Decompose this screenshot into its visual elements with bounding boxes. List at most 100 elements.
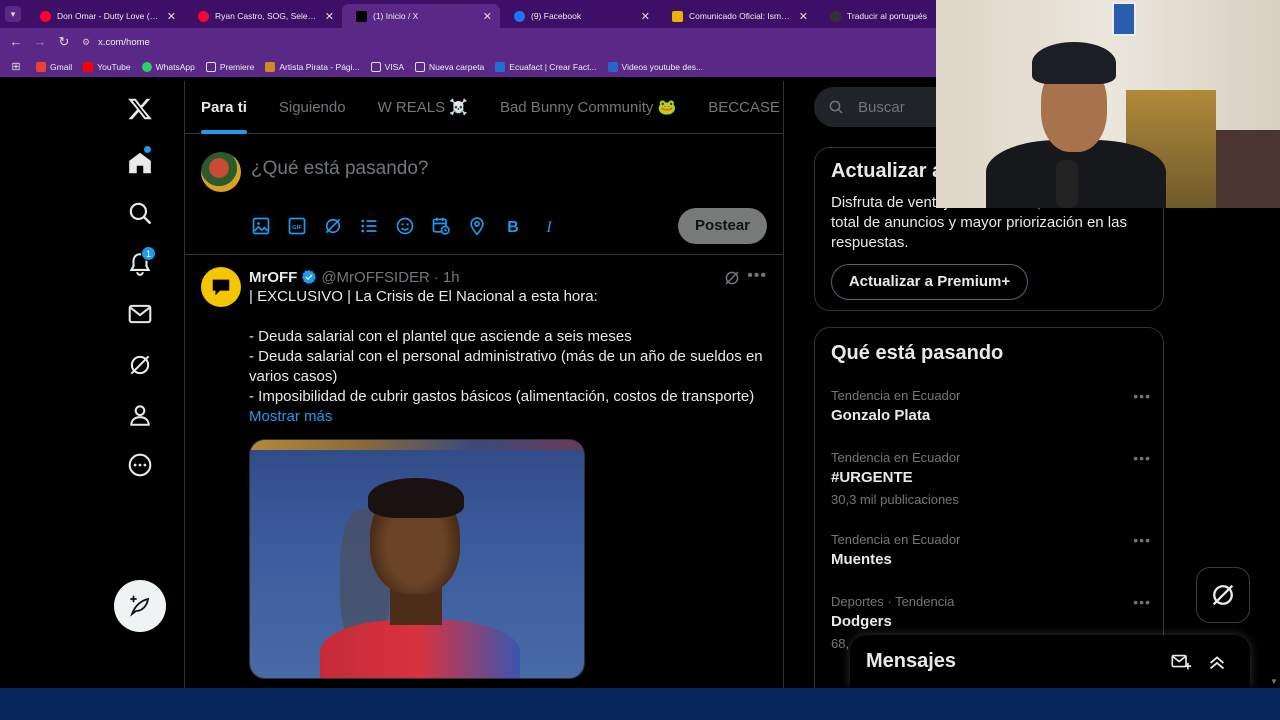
bookmark[interactable]: Artista Pirata - Pági...	[265, 61, 360, 72]
page-favicon-icon	[265, 61, 276, 72]
grok-icon[interactable]	[120, 345, 160, 385]
tweet-text-line: - Deuda salarial con el plantel que asci…	[249, 328, 632, 345]
browser-tab[interactable]: (9) Facebook ✕	[500, 4, 658, 28]
trend-name: #URGENTE	[831, 469, 913, 486]
bookmark[interactable]: WhatsApp	[141, 61, 195, 72]
tab-title: (1) Inicio / X	[373, 11, 419, 21]
schedule-icon[interactable]	[431, 216, 451, 236]
search-icon[interactable]	[120, 193, 160, 233]
upgrade-premium-button[interactable]: Actualizar a Premium+	[831, 264, 1028, 300]
bookmark-label: Videos youtube des...	[621, 61, 704, 72]
apps-grid-icon[interactable]: ⊞	[8, 59, 24, 75]
trend-item[interactable]: Tendencia en Ecuador Gonzalo Plata •••	[831, 388, 1151, 428]
trend-more-icon[interactable]: •••	[1133, 388, 1151, 404]
trend-item[interactable]: Tendencia en Ecuador #URGENTE 30,3 mil p…	[831, 450, 1151, 510]
photo-player-shirt	[320, 620, 520, 678]
browser-tab[interactable]: Traducir al portugués	[816, 4, 936, 28]
tab-search-icon[interactable]: ▾	[5, 6, 21, 22]
browser-tab[interactable]: Comunicado Oficial: Ismael Re ✕	[658, 4, 816, 28]
folder-icon	[370, 61, 381, 72]
compose-input[interactable]: ¿Qué está pasando?	[251, 158, 428, 180]
verified-badge-icon[interactable]	[301, 269, 317, 285]
image-icon[interactable]	[251, 216, 271, 236]
page-favicon-icon	[672, 10, 683, 22]
browser-tab-active[interactable]: (1) Inicio / X ✕	[342, 4, 500, 28]
search-icon	[829, 100, 843, 114]
expand-up-icon[interactable]	[1206, 651, 1228, 673]
avatar[interactable]	[201, 152, 241, 192]
back-icon[interactable]: ←	[8, 34, 24, 50]
tweet-text-line: - Deuda salarial con el personal adminis…	[249, 348, 767, 385]
forward-icon[interactable]: →	[32, 34, 48, 50]
bookmark-label: VISA	[384, 61, 404, 72]
bookmark[interactable]: Gmail	[36, 61, 73, 72]
trend-more-icon[interactable]: •••	[1133, 450, 1151, 466]
folder-icon	[415, 61, 425, 72]
more-options-icon[interactable]: •••	[747, 267, 767, 285]
trend-more-icon[interactable]: •••	[1133, 594, 1151, 610]
bold-icon[interactable]: B	[503, 216, 523, 236]
messages-drawer[interactable]: Mensajes	[850, 635, 1250, 688]
browser-tab[interactable]: Don Omar - Dutty Love (Lyric V ✕	[26, 4, 184, 28]
trend-item[interactable]: Tendencia en Ecuador Muentes •••	[831, 532, 1151, 572]
bookmark[interactable]: VISA	[370, 61, 404, 72]
close-icon[interactable]: ✕	[325, 10, 334, 23]
author-name[interactable]: MrOFF	[249, 269, 297, 286]
show-more-link[interactable]: Mostrar más	[249, 407, 767, 427]
tweet-timestamp[interactable]: 1h	[443, 269, 460, 286]
x-logo-icon[interactable]	[120, 89, 160, 129]
app-root: ▾ Don Omar - Dutty Love (Lyric V ✕ Ryan …	[0, 0, 1280, 720]
bookmark[interactable]: Ecuafact | Crear Fact...	[495, 61, 597, 72]
tab-para-ti[interactable]: Para ti	[185, 81, 263, 134]
gif-icon[interactable]: GIF	[287, 216, 307, 236]
compose-post-button[interactable]	[114, 580, 166, 632]
more-circle-icon[interactable]	[120, 445, 160, 485]
bookmark-label: Gmail	[50, 61, 73, 72]
svg-text:GIF: GIF	[292, 225, 302, 231]
grok-icon[interactable]	[723, 269, 741, 287]
tab-bad-bunny-community[interactable]: Bad Bunny Community 🐸	[484, 81, 692, 134]
trend-post-count: 30,3 mil publicaciones	[831, 492, 959, 507]
trend-more-icon[interactable]: •••	[1133, 532, 1151, 548]
bookmark[interactable]: Videos youtube des...	[607, 61, 704, 72]
close-icon[interactable]: ✕	[799, 10, 808, 23]
tab-siguiendo[interactable]: Siguiendo	[263, 81, 362, 134]
italic-icon[interactable]: I	[539, 216, 559, 236]
profile-icon[interactable]	[120, 395, 160, 435]
url-text: x.com/home	[98, 36, 150, 48]
site-info-icon[interactable]: ⚙	[82, 37, 90, 48]
tweet-author-avatar[interactable]	[201, 267, 241, 307]
tab-w-reals[interactable]: W REALS ☠️	[362, 81, 484, 134]
tweet-text-line: | EXCLUSIVO | La Crisis de El Nacional a…	[249, 288, 598, 305]
search-placeholder: Buscar	[858, 98, 905, 116]
bookmark-label: YouTube	[97, 61, 131, 72]
address-bar[interactable]: ⚙ x.com/home	[82, 32, 150, 52]
x-favicon-icon	[356, 10, 367, 22]
emoji-icon[interactable]	[395, 216, 415, 236]
grok-floating-button[interactable]	[1196, 567, 1250, 623]
home-icon[interactable]	[120, 143, 160, 183]
author-handle[interactable]: @MrOFFSIDER	[321, 269, 430, 286]
x-logo-svg	[128, 98, 152, 120]
browser-tab[interactable]: Ryan Castro, SOG, Selección Co ✕	[184, 4, 342, 28]
trend-context: Tendencia en Ecuador	[831, 388, 961, 403]
messages-mail-icon[interactable]	[120, 294, 160, 334]
close-icon[interactable]: ✕	[167, 10, 176, 23]
location-icon[interactable]	[467, 216, 487, 236]
grok-icon[interactable]	[323, 216, 343, 236]
tweet[interactable]: MrOFF @MrOFFSIDER · 1h | EXCLUSIVO | La …	[185, 255, 783, 688]
close-icon[interactable]: ✕	[483, 10, 492, 23]
tab-beccase[interactable]: BECCASE	[692, 81, 783, 134]
bookmark[interactable]: YouTube	[83, 61, 131, 72]
scroll-down-icon[interactable]: ▼	[1270, 677, 1278, 686]
trends-title: Qué está pasando	[831, 342, 1004, 364]
close-icon[interactable]: ✕	[641, 10, 650, 23]
post-button[interactable]: Postear	[678, 208, 767, 244]
poll-list-icon[interactable]	[359, 216, 379, 236]
new-message-icon[interactable]	[1170, 651, 1192, 673]
reload-icon[interactable]: ↻	[56, 34, 72, 50]
bookmark-label: Nueva carpeta	[429, 61, 485, 72]
bookmark[interactable]: Nueva carpeta	[415, 61, 485, 72]
tweet-media-photo[interactable]	[249, 439, 585, 679]
bookmark[interactable]: Premiere	[205, 61, 254, 72]
